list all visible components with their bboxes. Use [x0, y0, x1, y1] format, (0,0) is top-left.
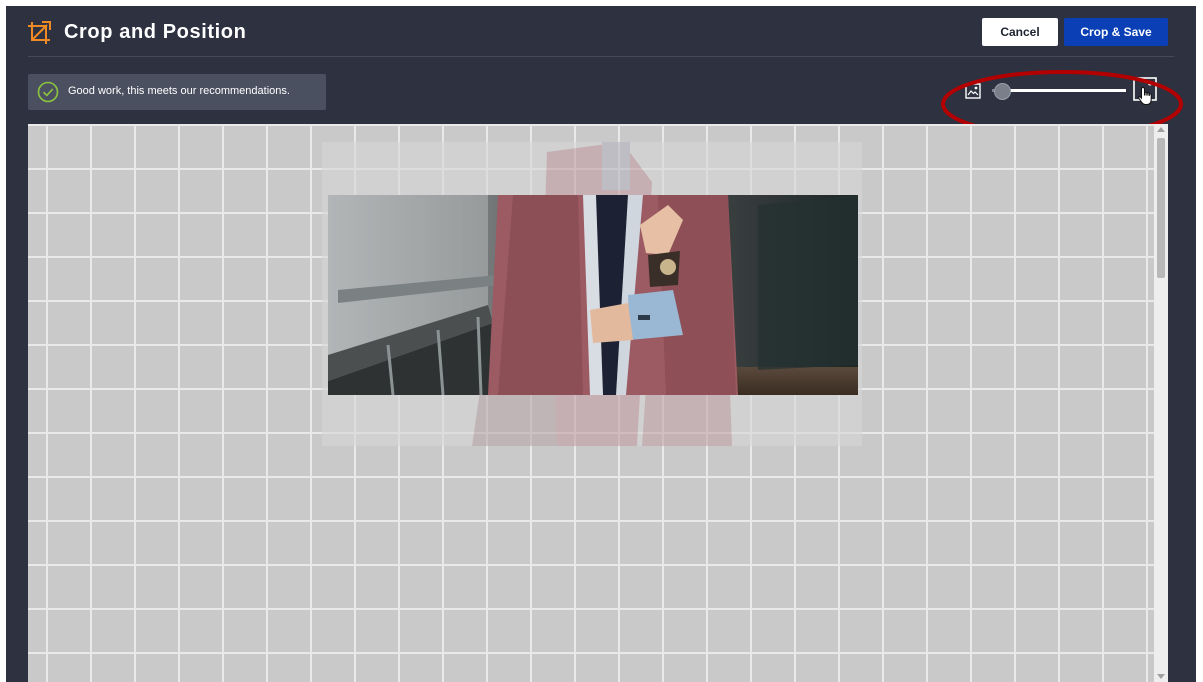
crop-canvas[interactable] — [28, 124, 1154, 682]
crop-and-save-button[interactable]: Crop & Save — [1064, 18, 1168, 46]
scroll-up-arrow-icon[interactable] — [1157, 127, 1165, 132]
scroll-thumb[interactable] — [1157, 138, 1165, 278]
check-circle-icon — [37, 81, 59, 103]
header-divider — [28, 56, 1174, 57]
dialog-header: Crop and Position Cancel Crop & Save — [6, 6, 1196, 58]
page-title: Crop and Position — [64, 21, 247, 43]
photo-crop-area[interactable] — [328, 195, 858, 395]
cancel-button[interactable]: Cancel — [982, 18, 1058, 46]
vertical-scrollbar[interactable] — [1154, 124, 1168, 682]
crop-dialog: Crop and Position Cancel Crop & Save Goo… — [6, 6, 1196, 682]
scroll-down-arrow-icon[interactable] — [1157, 674, 1165, 679]
notice-text: Good work, this meets our recommendation… — [68, 85, 290, 97]
crop-icon — [28, 21, 51, 44]
recommendation-notice: Good work, this meets our recommendation… — [28, 74, 326, 110]
